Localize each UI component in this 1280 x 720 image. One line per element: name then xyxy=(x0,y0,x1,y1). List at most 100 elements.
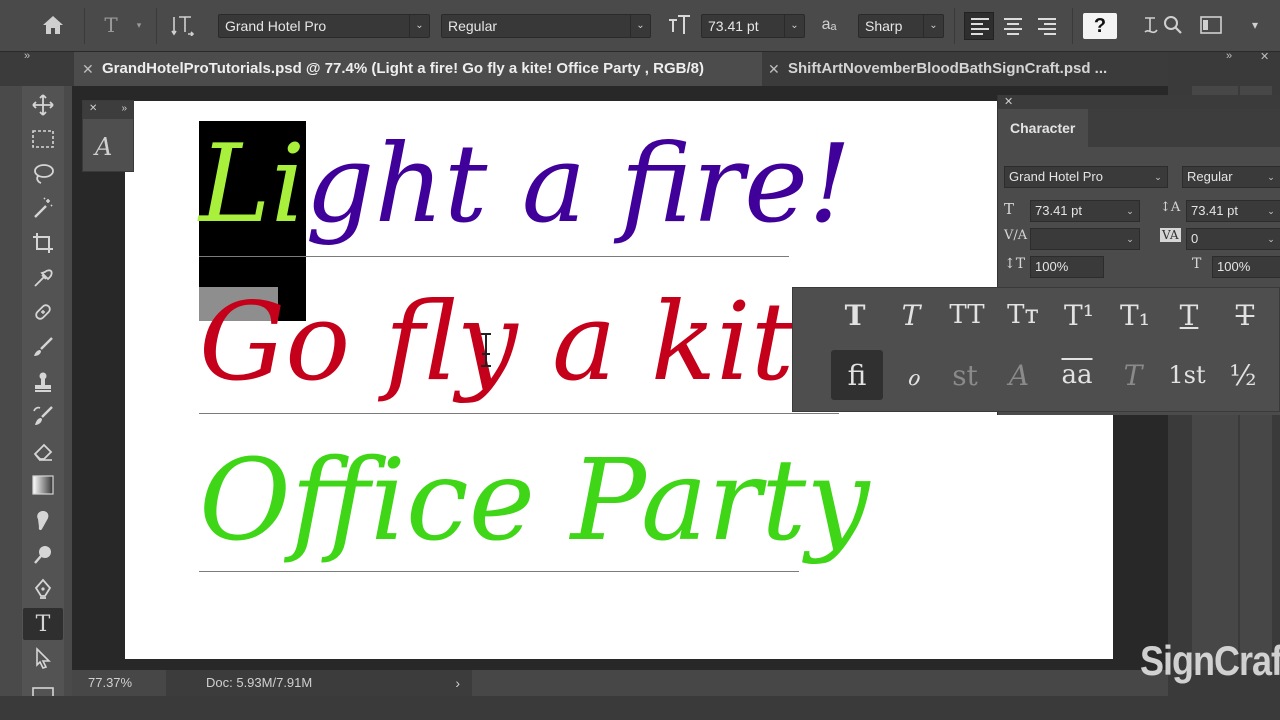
document-info[interactable]: Doc: 5.93M/7.91M › xyxy=(166,670,472,696)
chevron-down-icon: ⌄ xyxy=(409,15,429,37)
superscript-icon: T¹ xyxy=(1064,298,1094,332)
contextual-alternates-button[interactable]: ℴ xyxy=(887,350,939,400)
tracking-select[interactable]: 0 ⌄ xyxy=(1186,228,1280,250)
toggle-text-orientation-icon[interactable] xyxy=(168,10,198,40)
standard-ligatures-button[interactable]: ﬁ xyxy=(831,350,883,400)
close-icon[interactable]: ✕ xyxy=(1260,50,1269,63)
clone-stamp-tool-icon[interactable] xyxy=(23,366,63,398)
zoom-level[interactable]: 77.37% xyxy=(88,675,132,690)
help-button[interactable]: ? xyxy=(1083,13,1117,39)
gradient-tool-icon[interactable] xyxy=(23,469,63,501)
panel-tab-header: Character xyxy=(998,109,1280,147)
font-style-value: Regular xyxy=(1187,169,1233,184)
tab-document-active[interactable]: ✕ GrandHotelProTutorials.psd @ 77.4% (Li… xyxy=(74,52,762,86)
swash-button[interactable]: A xyxy=(993,350,1045,400)
align-right-button[interactable] xyxy=(1032,12,1062,40)
eyedropper-tool-icon[interactable] xyxy=(23,262,63,294)
align-center-button[interactable] xyxy=(998,12,1028,40)
subscript-button[interactable]: T₁ xyxy=(1109,290,1161,340)
chevron-down-icon[interactable]: ▾ xyxy=(124,10,154,40)
vertical-scale-input[interactable]: 100% xyxy=(1030,256,1104,278)
antialias-select[interactable]: Sharp ⌄ xyxy=(858,14,944,38)
signcraft-watermark: SignCraft xyxy=(1140,636,1280,684)
path-selection-tool-icon[interactable] xyxy=(23,642,63,674)
underline-button[interactable]: T xyxy=(1163,290,1215,340)
faux-bold-button[interactable]: T xyxy=(829,290,881,340)
magic-wand-tool-icon[interactable] xyxy=(23,192,63,224)
character-font-style-select[interactable]: Regular ⌄ xyxy=(1182,166,1280,188)
document-size: Doc: 5.93M/7.91M xyxy=(206,675,313,690)
leading-select[interactable]: 73.41 pt ⌄ xyxy=(1186,200,1280,222)
collapse-icon[interactable]: » xyxy=(1226,50,1232,62)
contextual-alternates-icon: ℴ xyxy=(906,358,920,392)
discretionary-ligatures-button[interactable]: st xyxy=(939,350,991,400)
antialias-icon-label: aₐ xyxy=(821,16,837,33)
history-brush-tool-icon[interactable] xyxy=(23,400,63,432)
close-icon[interactable]: ✕ xyxy=(82,52,94,86)
small-caps-button[interactable]: Tт xyxy=(997,290,1049,340)
font-family-value: Grand Hotel Pro xyxy=(1009,169,1103,184)
underline-icon: T xyxy=(1179,298,1199,332)
home-icon[interactable] xyxy=(38,10,68,40)
font-family-select[interactable]: Grand Hotel Pro ⌄ xyxy=(218,14,430,38)
superscript-button[interactable]: T¹ xyxy=(1053,290,1105,340)
tab-character[interactable]: Character xyxy=(998,109,1088,147)
close-icon[interactable]: ✕ xyxy=(998,95,1280,109)
text-line-1[interactable]: Light a fire! xyxy=(199,115,851,255)
text-line-3[interactable]: Office Party xyxy=(199,431,870,571)
collapse-icon[interactable]: » xyxy=(24,50,30,62)
font-size-icon: T xyxy=(1004,200,1015,218)
separator xyxy=(954,8,955,44)
chevron-right-icon[interactable]: › xyxy=(455,670,460,696)
kerning-icon: V/A xyxy=(1004,228,1028,243)
stylistic-alternates-icon: aa xyxy=(1061,360,1093,390)
separator xyxy=(1072,8,1073,44)
titling-alternates-button[interactable]: T xyxy=(1107,350,1159,400)
chevron-down-icon: ⌄ xyxy=(784,15,804,37)
font-style-select[interactable]: Regular ⌄ xyxy=(441,14,651,38)
eraser-tool-icon[interactable] xyxy=(23,435,63,467)
crop-tool-icon[interactable] xyxy=(23,227,63,259)
fractions-button[interactable]: ½ xyxy=(1217,350,1269,400)
lasso-tool-icon[interactable] xyxy=(23,158,63,190)
chevron-down-icon[interactable]: ▾ xyxy=(1240,10,1270,40)
font-family-value: Grand Hotel Pro xyxy=(225,18,327,34)
titling-alternates-icon: T xyxy=(1123,358,1143,392)
brush-tool-icon[interactable] xyxy=(23,331,63,363)
strikethrough-button[interactable]: T xyxy=(1219,290,1271,340)
font-size-select[interactable]: 73.41 pt ⌄ xyxy=(701,14,805,38)
search-icon[interactable] xyxy=(1158,10,1188,40)
blur-tool-icon[interactable] xyxy=(23,504,63,536)
align-left-button[interactable] xyxy=(964,12,994,40)
dodge-tool-icon[interactable] xyxy=(23,539,63,571)
glyphs-icon[interactable]: A xyxy=(95,133,112,161)
subscript-icon: T₁ xyxy=(1120,298,1150,332)
marquee-tool-icon[interactable] xyxy=(23,123,63,155)
tab-label: ShiftArtNovemberBloodBathSignCraft.psd .… xyxy=(788,60,1108,77)
healing-brush-tool-icon[interactable] xyxy=(23,296,63,328)
close-icon[interactable]: ✕ xyxy=(89,103,97,117)
character-font-size-select[interactable]: 73.41 pt ⌄ xyxy=(1030,200,1140,222)
options-bar: T ▾ Grand Hotel Pro ⌄ Regular ⌄ 73.41 pt… xyxy=(0,0,1280,52)
ordinals-button[interactable]: 1st xyxy=(1161,350,1213,400)
ligature-icon: ﬁ xyxy=(847,358,867,392)
glyphs-mini-panel: ✕ » A xyxy=(82,100,134,172)
tab-document-inactive[interactable]: ✕ ShiftArtNovemberBloodBathSignCraft.psd… xyxy=(760,52,1140,86)
type-tool-icon[interactable]: T xyxy=(23,608,63,640)
close-icon[interactable]: ✕ xyxy=(768,52,780,86)
document-tab-bar: » ✕ GrandHotelProTutorials.psd @ 77.4% (… xyxy=(0,50,1180,86)
typography-options-flyout: T T TT Tт T¹ T₁ T T ﬁ ℴ st A aa T 1st ½ xyxy=(792,287,1280,412)
character-font-family-select[interactable]: Grand Hotel Pro ⌄ xyxy=(1004,166,1168,188)
move-tool-icon[interactable] xyxy=(23,89,63,121)
stylistic-alternates-button[interactable]: aa xyxy=(1051,350,1103,400)
strikethrough-icon: T xyxy=(1235,298,1255,332)
collapse-icon[interactable]: » xyxy=(121,103,127,117)
horizontal-scale-input[interactable]: 100% xyxy=(1212,256,1280,278)
kerning-select[interactable]: ⌄ xyxy=(1030,228,1140,250)
faux-italic-button[interactable]: T xyxy=(885,290,937,340)
pen-tool-icon[interactable] xyxy=(23,573,63,605)
type-tool-preset-icon[interactable]: T xyxy=(96,10,126,40)
workspace-icon[interactable] xyxy=(1196,10,1226,40)
all-caps-button[interactable]: TT xyxy=(941,290,993,340)
font-size-value: 73.41 pt xyxy=(1035,203,1082,218)
